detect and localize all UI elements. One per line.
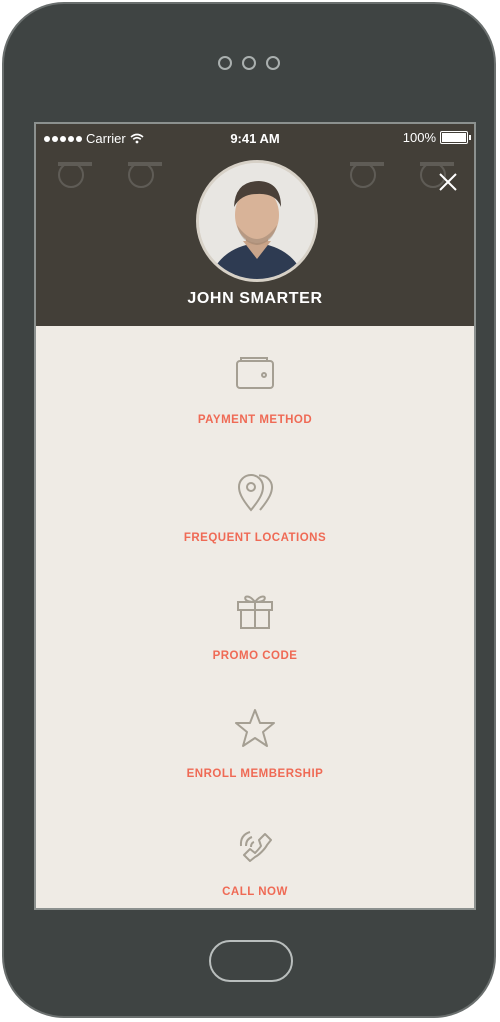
star-icon xyxy=(235,709,275,747)
location-pins-icon xyxy=(237,474,274,512)
menu-item-label: CALL NOW xyxy=(222,886,288,898)
menu-item-frequent-locations[interactable]: FREQUENT LOCATIONS xyxy=(36,444,474,562)
menu-item-label: FREQUENT LOCATIONS xyxy=(183,532,327,544)
avatar-photo xyxy=(199,163,315,279)
battery-icon xyxy=(440,131,471,144)
app-screen: Carrier 9:41 AM 100% JOHN SMARTER PAYMEN… xyxy=(34,122,476,910)
menu-item-label: ENROLL MEMBERSHIP xyxy=(186,768,324,780)
menu-item-payment-method[interactable]: PAYMENT METHOD xyxy=(36,326,474,444)
menu-item-promo-code[interactable]: PROMO CODE xyxy=(36,562,474,680)
status-bar: Carrier 9:41 AM 100% xyxy=(36,124,474,152)
menu-item-label: PAYMENT METHOD xyxy=(197,414,313,426)
phone-frame: Carrier 9:41 AM 100% JOHN SMARTER PAYMEN… xyxy=(2,2,496,1018)
phone-icon xyxy=(239,831,272,862)
wallet-icon xyxy=(236,357,274,389)
menu-item-enroll-membership[interactable]: ENROLL MEMBERSHIP xyxy=(36,680,474,798)
menu-item-label: PROMO CODE xyxy=(212,650,298,662)
avatar xyxy=(196,160,318,282)
home-button[interactable] xyxy=(209,940,293,982)
battery-percent: 100% xyxy=(402,130,436,145)
menu-item-call-now[interactable]: CALL NOW xyxy=(36,798,474,908)
close-icon[interactable] xyxy=(436,170,460,194)
profile-header: Carrier 9:41 AM 100% JOHN SMARTER xyxy=(36,124,474,326)
speaker-dots xyxy=(4,56,494,70)
profile-name: JOHN SMARTER xyxy=(187,290,323,307)
gift-icon xyxy=(237,595,273,629)
